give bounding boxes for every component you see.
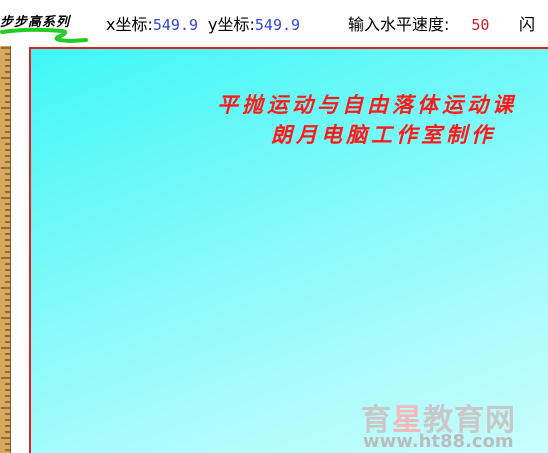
simulation-stage[interactable]: 平抛运动与自由落体运动课 朗月电脑工作室制作 育星教育网 www.ht88.co… [29, 47, 548, 453]
ruler-ticks [1, 47, 10, 451]
x-coord-label: x坐标: [106, 15, 153, 34]
watermark-url: www.ht88.com [363, 431, 514, 452]
coordinate-readout: x坐标:549.9 y坐标:549.9 [106, 11, 300, 35]
vertical-ruler [0, 46, 11, 453]
flash-button[interactable]: 闪 [519, 11, 535, 35]
studio-credit: 朗月电脑工作室制作 [271, 122, 496, 147]
y-coord-value: 549.9 [254, 16, 301, 34]
speed-control: 输入水平速度: 50 [348, 11, 497, 35]
brand-underline-decoration [0, 27, 88, 44]
lesson-title: 平抛运动与自由落体运动课 [217, 92, 517, 117]
top-toolbar: 步步高系列 x坐标:549.9 y坐标:549.9 输入水平速度: 50 闪 [0, 0, 548, 44]
speed-input[interactable]: 50 [463, 16, 497, 34]
speed-label: 输入水平速度: [348, 15, 450, 34]
x-coord-value: 549.9 [152, 16, 199, 34]
y-coord-label: y坐标: [208, 15, 255, 34]
